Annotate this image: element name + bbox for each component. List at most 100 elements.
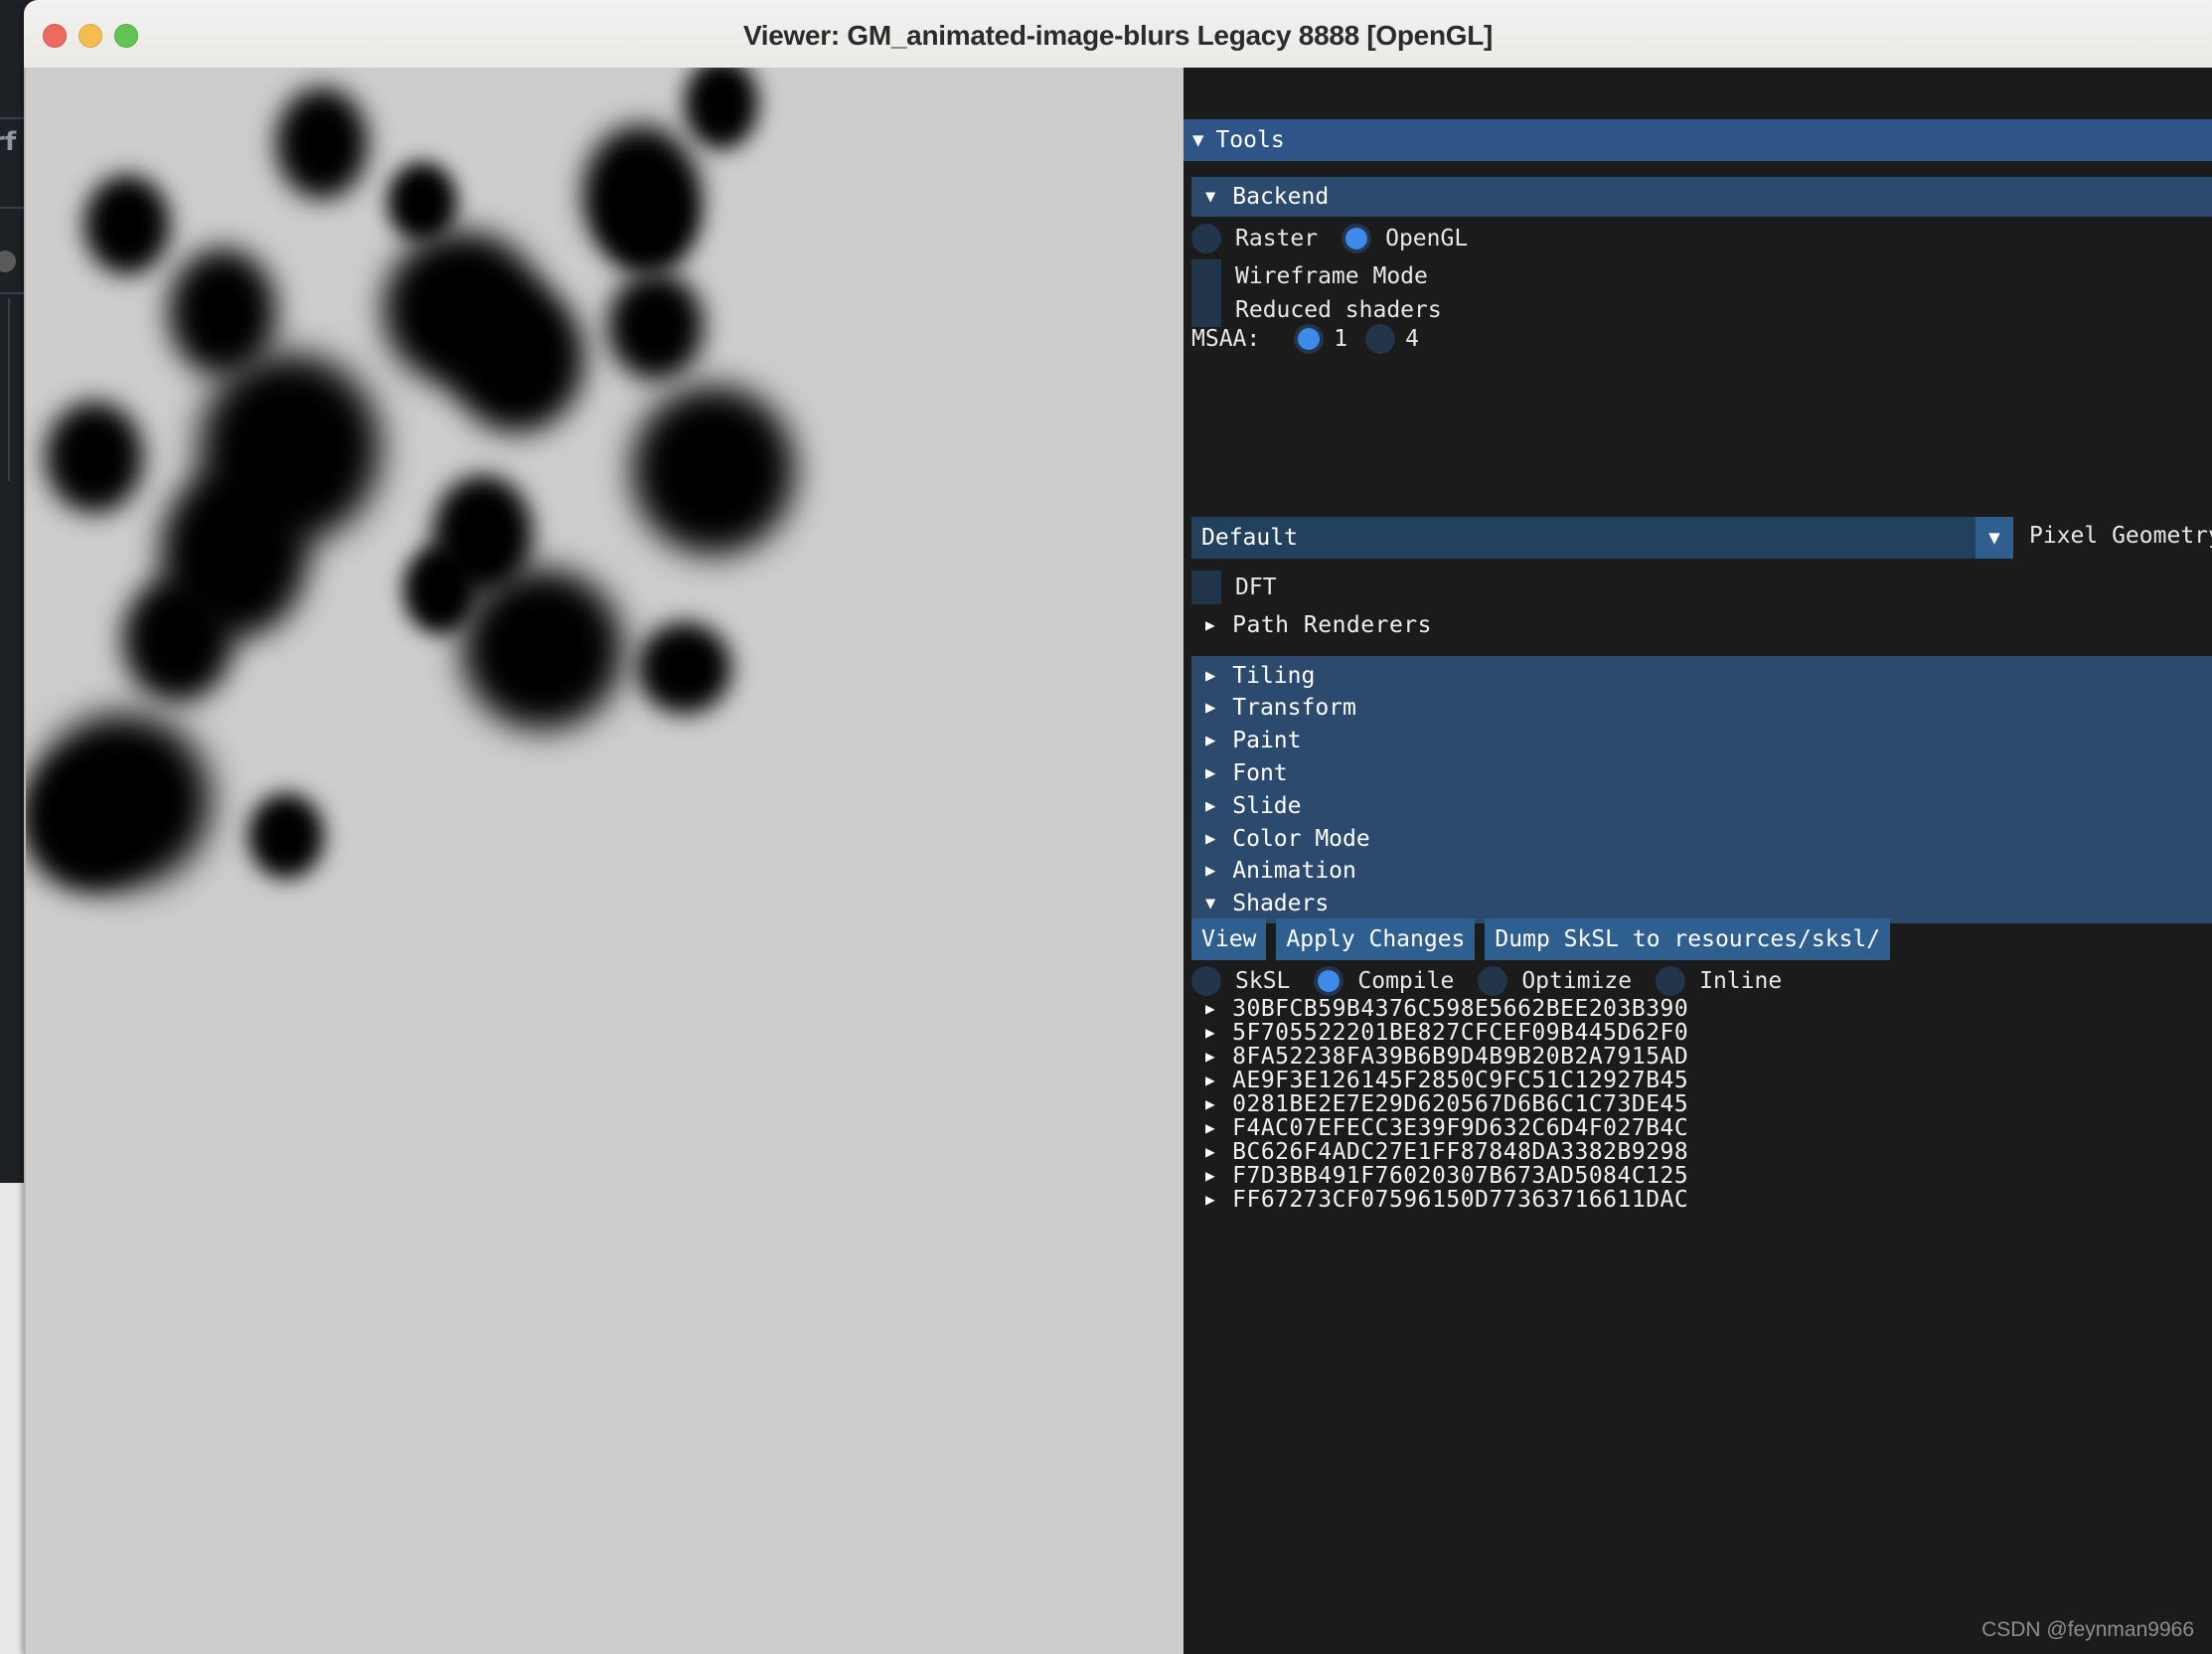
radio-raster[interactable] bbox=[1191, 224, 1221, 253]
section-label-backend: Backend bbox=[1232, 184, 1329, 210]
shader-entry-label: F4AC07EFECC3E39F9D632C6D4F027B4C bbox=[1232, 1115, 1688, 1141]
blurred-blob bbox=[169, 248, 276, 376]
background-window-text: rf bbox=[0, 127, 16, 157]
radio-sksl[interactable] bbox=[1191, 966, 1221, 996]
shader-entry-row[interactable]: ▶ AE9F3E126145F2850C9FC51C12927B45 bbox=[1191, 1068, 1688, 1093]
tree-node-path-renderers[interactable]: ▶ Path Renderers bbox=[1191, 612, 1432, 638]
chevron-right-icon: ▶ bbox=[1205, 1096, 1215, 1112]
radio-label-msaa-1: 1 bbox=[1334, 326, 1347, 352]
blurred-blob bbox=[462, 569, 623, 730]
shader-entry-row[interactable]: ▶ 30BFCB59B4376C598E5662BEE203B390 bbox=[1191, 996, 1688, 1022]
section-label-paint: Paint bbox=[1232, 728, 1301, 753]
shader-entry-row[interactable]: ▶ FF67273CF07596150D77363716611DAC bbox=[1191, 1187, 1688, 1213]
radio-label-inline: Inline bbox=[1699, 968, 1782, 994]
section-label-slide: Slide bbox=[1232, 793, 1301, 819]
blurred-blob bbox=[46, 402, 143, 513]
radio-label-msaa-4: 4 bbox=[1405, 326, 1419, 352]
shader-entry-label: 0281BE2E7E29D620567D6B6C1C73DE45 bbox=[1232, 1091, 1688, 1117]
blurred-blob bbox=[24, 753, 151, 889]
blurred-blob bbox=[608, 272, 704, 380]
shader-entry-label: AE9F3E126145F2850C9FC51C12927B45 bbox=[1232, 1068, 1688, 1093]
chevron-right-icon: ▶ bbox=[1205, 1144, 1215, 1160]
shader-entry-row[interactable]: ▶ 8FA52238FA39B6B9D4B9B20B2A7915AD bbox=[1191, 1044, 1688, 1070]
shader-entry-label: 8FA52238FA39B6B9D4B9B20B2A7915AD bbox=[1232, 1044, 1688, 1070]
checkbox-row-dft: DFT bbox=[1191, 571, 1301, 604]
blurred-blob bbox=[388, 162, 457, 242]
dump-sksl-button[interactable]: Dump SkSL to resources/sksl/ bbox=[1485, 918, 1890, 960]
chevron-right-icon: ▶ bbox=[1205, 1168, 1215, 1184]
chevron-down-icon[interactable]: ▼ bbox=[1975, 517, 2013, 559]
chevron-right-icon: ▶ bbox=[1205, 798, 1215, 815]
apply-changes-button[interactable]: Apply Changes bbox=[1276, 918, 1475, 960]
radio-optimize[interactable] bbox=[1478, 966, 1507, 996]
checkbox-dft[interactable] bbox=[1191, 571, 1221, 604]
shader-entry-row[interactable]: ▶ BC626F4ADC27E1FF87848DA3382B9298 bbox=[1191, 1139, 1688, 1165]
title-bar[interactable]: Viewer: GM_animated-image-blurs Legacy 8… bbox=[24, 0, 2212, 69]
chevron-right-icon: ▶ bbox=[1205, 765, 1215, 782]
shader-entry-row[interactable]: ▶ 0281BE2E7E29D620567D6B6C1C73DE45 bbox=[1191, 1091, 1688, 1117]
checkbox-reduced-shaders[interactable] bbox=[1191, 293, 1221, 327]
tools-panel: ▼ Tools ▼ Backend Raster OpenGL Wirefram… bbox=[1184, 68, 2212, 1654]
checkbox-wireframe-mode[interactable] bbox=[1191, 259, 1221, 293]
background-vline-1 bbox=[8, 298, 10, 481]
chevron-right-icon: ▶ bbox=[1205, 1049, 1215, 1065]
checkbox-label-dft: DFT bbox=[1235, 575, 1277, 600]
radio-msaa-1[interactable] bbox=[1294, 324, 1324, 354]
pixel-geometry-select[interactable]: Default ▼ bbox=[1191, 517, 2013, 559]
checkbox-label-wireframe-mode: Wireframe Mode bbox=[1235, 263, 1428, 289]
section-label-color-mode: Color Mode bbox=[1232, 826, 1369, 852]
msaa-row: MSAA: 1 4 bbox=[1184, 324, 1437, 354]
blurred-blob bbox=[632, 386, 795, 555]
section-label-animation: Animation bbox=[1232, 858, 1356, 884]
window-title: Viewer: GM_animated-image-blurs Legacy 8… bbox=[24, 20, 2212, 52]
chevron-right-icon: ▶ bbox=[1205, 700, 1215, 717]
shader-entry-label: 5F705522201BE827CFCEF09B445D62F0 bbox=[1232, 1020, 1688, 1046]
background-circle-icon bbox=[0, 250, 16, 272]
gm-animated-image-blurs-canvas[interactable] bbox=[24, 68, 1184, 1654]
backend-radio-group: Raster OpenGL bbox=[1191, 224, 1492, 253]
tools-panel-title-label: Tools bbox=[1215, 127, 1284, 153]
shader-mode-radio-group: SkSL Compile Optimize Inline bbox=[1191, 966, 1806, 996]
chevron-down-icon: ▼ bbox=[1192, 131, 1203, 150]
radio-compile[interactable] bbox=[1314, 966, 1343, 996]
shader-entry-row[interactable]: ▶ F7D3BB491F76020307B673AD5084C125 bbox=[1191, 1163, 1688, 1189]
shader-entry-label: F7D3BB491F76020307B673AD5084C125 bbox=[1232, 1163, 1688, 1189]
tools-panel-header[interactable]: ▼ Tools bbox=[1184, 119, 2212, 161]
viewer-window: Viewer: GM_animated-image-blurs Legacy 8… bbox=[24, 0, 2212, 1654]
section-header-shaders[interactable]: ▼ Shaders bbox=[1191, 884, 2212, 923]
pixel-geometry-label: Pixel Geometry bbox=[2029, 523, 2212, 549]
checkbox-row-wireframe: Wireframe Mode bbox=[1191, 259, 1452, 293]
chevron-right-icon: ▶ bbox=[1205, 831, 1215, 848]
tree-label-path-renderers: Path Renderers bbox=[1232, 612, 1432, 638]
radio-opengl[interactable] bbox=[1342, 224, 1371, 253]
blurred-blob bbox=[84, 175, 170, 274]
blurred-blob bbox=[248, 793, 324, 879]
radio-label-optimize: Optimize bbox=[1521, 968, 1632, 994]
radio-label-raster: Raster bbox=[1235, 226, 1318, 251]
shader-entry-label: 30BFCB59B4376C598E5662BEE203B390 bbox=[1232, 996, 1688, 1022]
section-label-font: Font bbox=[1232, 760, 1287, 786]
pixel-geometry-value: Default bbox=[1201, 525, 1298, 551]
radio-msaa-4[interactable] bbox=[1365, 324, 1395, 354]
chevron-right-icon: ▶ bbox=[1205, 1025, 1215, 1041]
chevron-down-icon: ▼ bbox=[1205, 896, 1215, 912]
chevron-down-icon: ▼ bbox=[1205, 189, 1215, 206]
blurred-blob bbox=[685, 68, 758, 149]
chevron-right-icon: ▶ bbox=[1205, 617, 1215, 633]
blurred-blob bbox=[638, 622, 731, 714]
chevron-right-icon: ▶ bbox=[1205, 733, 1215, 749]
chevron-right-icon: ▶ bbox=[1205, 668, 1215, 685]
section-label-transform: Transform bbox=[1232, 695, 1356, 721]
section-label-shaders: Shaders bbox=[1232, 891, 1329, 916]
shader-entry-row[interactable]: ▶ F4AC07EFECC3E39F9D632C6D4F027B4C bbox=[1191, 1115, 1688, 1141]
shader-entry-row[interactable]: ▶ 5F705522201BE827CFCEF09B445D62F0 bbox=[1191, 1020, 1688, 1046]
blurred-blob bbox=[449, 283, 584, 432]
radio-label-opengl: OpenGL bbox=[1385, 226, 1468, 251]
radio-inline[interactable] bbox=[1656, 966, 1685, 996]
section-header-backend[interactable]: ▼ Backend bbox=[1191, 177, 2212, 217]
radio-label-compile: Compile bbox=[1357, 968, 1454, 994]
section-label-tiling: Tiling bbox=[1232, 663, 1315, 689]
view-button[interactable]: View bbox=[1191, 918, 1266, 960]
watermark: CSDN @feynman9966 bbox=[1981, 1618, 2194, 1642]
blurred-blob bbox=[123, 577, 233, 702]
